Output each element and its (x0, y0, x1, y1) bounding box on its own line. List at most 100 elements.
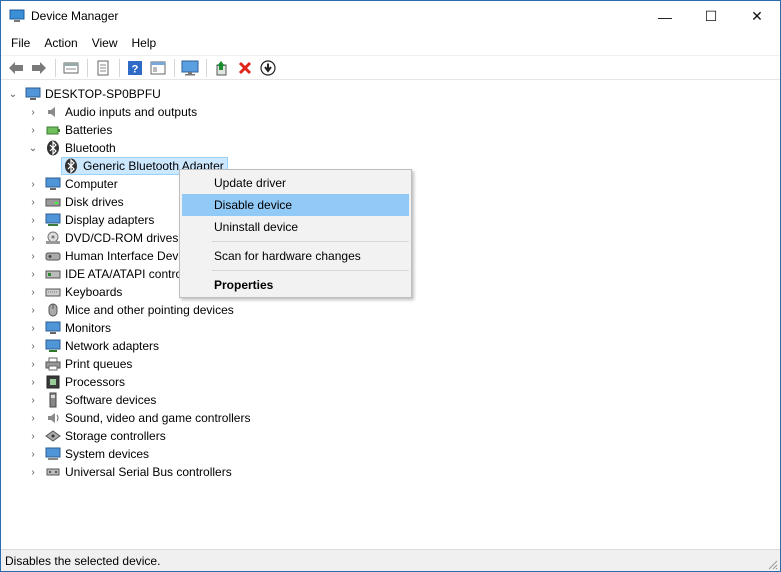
tree-item-label: Disk drives (65, 195, 124, 209)
menu-bar: File Action View Help (1, 32, 780, 54)
device-tree[interactable]: ⌄ DESKTOP-SP0BPFU › Audio inputs and out… (1, 81, 780, 547)
tree-root[interactable]: ⌄ DESKTOP-SP0BPFU (7, 85, 161, 103)
tree-item-monitors[interactable]: › Monitors (27, 319, 111, 337)
ide-icon (45, 266, 61, 282)
tree-item-label: Keyboards (65, 285, 123, 299)
properties-icon[interactable] (92, 58, 114, 78)
printer-icon (45, 356, 61, 372)
tree-item-software-devices[interactable]: › Software devices (27, 391, 156, 409)
svg-text:?: ? (132, 63, 139, 75)
tree-item-storage-controllers[interactable]: › Storage controllers (27, 427, 165, 445)
expand-arrow-icon[interactable]: › (27, 358, 39, 370)
tree-item-print-queues[interactable]: › Print queues (27, 355, 132, 373)
keyboard-icon (45, 284, 61, 300)
expand-arrow-icon[interactable]: › (27, 106, 39, 118)
tree-root-label: DESKTOP-SP0BPFU (45, 87, 161, 101)
expand-arrow-icon[interactable]: › (27, 466, 39, 478)
tree-item-audio[interactable]: › Audio inputs and outputs (27, 103, 197, 121)
tree-item-system-devices[interactable]: › System devices (27, 445, 149, 463)
uninstall-icon[interactable] (234, 58, 256, 78)
tree-item-ide-controllers[interactable]: › IDE ATA/ATAPI controllers (27, 265, 204, 283)
tree-item-dvd-drives[interactable]: › DVD/CD-ROM drives (27, 229, 178, 247)
expand-arrow-icon[interactable]: › (27, 250, 39, 262)
device-manager-app-icon (9, 9, 25, 23)
tree-item-label: Batteries (65, 123, 113, 137)
tree-item-keyboards[interactable]: › Keyboards (27, 283, 122, 301)
computer-icon (25, 86, 41, 102)
expand-arrow-icon[interactable]: › (27, 214, 39, 226)
tree-item-usb-controllers[interactable]: › Universal Serial Bus controllers (27, 463, 232, 481)
tree-item-disk-drives[interactable]: › Disk drives (27, 193, 124, 211)
tree-item-human-interface-devices[interactable]: › Human Interface Devices (27, 247, 199, 265)
tree-item-label: Print queues (65, 357, 133, 371)
menu-file[interactable]: File (5, 34, 36, 52)
view-icon[interactable] (147, 58, 169, 78)
tree-item-label: Computer (65, 177, 118, 191)
help-icon[interactable]: ? (124, 58, 146, 78)
tree-item-label: Software devices (65, 393, 157, 407)
tree-item-sound-controllers[interactable]: › Sound, video and game controllers (27, 409, 250, 427)
tree-item-computer[interactable]: › Computer (27, 175, 118, 193)
back-icon[interactable] (5, 58, 27, 78)
tree-item-label: System devices (65, 447, 150, 461)
tree-item-label: Universal Serial Bus controllers (65, 465, 232, 479)
properties-page-icon[interactable] (60, 58, 82, 78)
monitor-icon[interactable] (179, 58, 201, 78)
menu-help[interactable]: Help (126, 34, 163, 52)
toolbar-separator (119, 58, 120, 77)
expand-arrow-icon[interactable]: › (27, 430, 39, 442)
title-bar[interactable]: Device Manager — ☐ ✕ (1, 1, 780, 32)
tree-item-batteries[interactable]: › Batteries (27, 121, 112, 139)
tree-item-network-adapters[interactable]: › Network adapters (27, 337, 159, 355)
expand-arrow-icon[interactable]: › (27, 268, 39, 280)
collapse-arrow-icon[interactable]: ⌄ (27, 142, 39, 154)
expand-arrow-icon[interactable]: › (27, 178, 39, 190)
tree-item-label: Sound, video and game controllers (65, 411, 251, 425)
tree-item-bluetooth[interactable]: ⌄ Bluetooth (27, 139, 116, 157)
menu-action[interactable]: Action (38, 34, 83, 52)
resize-grip-icon[interactable] (768, 559, 778, 570)
expand-arrow-icon[interactable]: › (27, 124, 39, 136)
menu-scan-hardware[interactable]: Scan for hardware changes (182, 245, 409, 267)
disable-icon[interactable] (257, 58, 279, 78)
minimize-button[interactable]: — (642, 1, 688, 32)
collapse-arrow-icon[interactable]: ⌄ (7, 88, 19, 100)
tree-item-mice[interactable]: › Mice and other pointing devices (27, 301, 233, 319)
expand-arrow-icon[interactable]: › (27, 286, 39, 298)
software-device-icon (45, 392, 61, 408)
expand-arrow-icon[interactable]: › (27, 322, 39, 334)
menu-uninstall-device[interactable]: Uninstall device (182, 216, 409, 238)
close-button[interactable]: ✕ (734, 1, 780, 32)
menu-separator (212, 241, 409, 242)
menu-separator (212, 270, 409, 271)
disk-drive-icon (45, 194, 61, 210)
battery-icon (45, 122, 61, 138)
expand-arrow-icon[interactable]: › (27, 394, 39, 406)
mouse-icon (45, 302, 61, 318)
update-driver-icon[interactable] (211, 58, 233, 78)
forward-icon[interactable] (28, 58, 50, 78)
toolbar-separator (55, 58, 56, 77)
menu-view[interactable]: View (86, 34, 124, 52)
expand-arrow-icon[interactable]: › (27, 340, 39, 352)
menu-update-driver[interactable]: Update driver (182, 172, 409, 194)
bluetooth-icon (45, 140, 61, 156)
toolbar-separator (87, 58, 88, 77)
tree-item-processors[interactable]: › Processors (27, 373, 125, 391)
expand-arrow-icon[interactable]: › (27, 412, 39, 424)
expand-arrow-icon[interactable]: › (27, 196, 39, 208)
expand-arrow-icon[interactable]: › (27, 304, 39, 316)
tree-item-label: Processors (65, 375, 126, 389)
expand-arrow-icon[interactable]: › (27, 376, 39, 388)
tree-item-label: Monitors (65, 321, 112, 335)
tree-item-display-adapters[interactable]: › Display adapters (27, 211, 154, 229)
display-adapter-icon (45, 212, 61, 228)
speaker-icon (45, 104, 61, 120)
expand-arrow-icon[interactable]: › (27, 232, 39, 244)
expand-arrow-icon[interactable]: › (27, 448, 39, 460)
tree-item-label: Audio inputs and outputs (65, 105, 198, 119)
maximize-button[interactable]: ☐ (688, 1, 734, 32)
menu-disable-device[interactable]: Disable device (182, 194, 409, 216)
context-menu: Update driver Disable device Uninstall d… (179, 169, 412, 298)
menu-properties[interactable]: Properties (182, 274, 409, 296)
